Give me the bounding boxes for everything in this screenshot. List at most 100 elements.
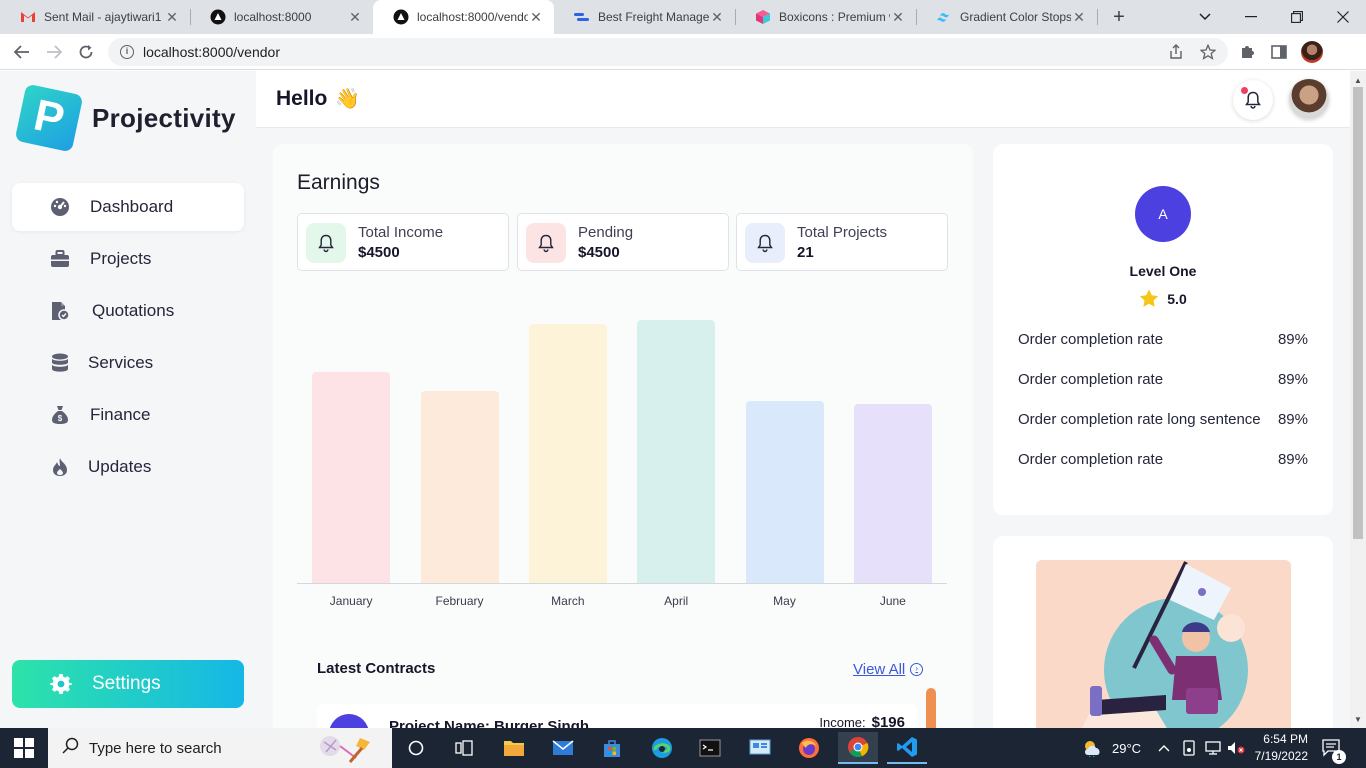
tab-localhost-vendor[interactable]: localhost:8000/vendor ✕ (373, 0, 554, 34)
taskbar-clock[interactable]: 6:54 PM 7/19/2022 (1248, 731, 1308, 765)
user-avatar[interactable] (1289, 79, 1329, 119)
contract-income-value: $196 (871, 714, 905, 728)
close-icon[interactable]: ✕ (347, 9, 363, 25)
reload-button[interactable] (74, 40, 98, 64)
side-panel-button[interactable] (1267, 40, 1291, 64)
view-all-label: View All (853, 661, 906, 678)
scroll-up-icon[interactable]: ▲ (1350, 73, 1366, 87)
brand-logo[interactable]: P Projectivity (14, 83, 236, 153)
gmail-icon (20, 9, 36, 25)
minimize-icon (1245, 16, 1257, 18)
close-icon[interactable]: ✕ (709, 9, 725, 25)
file-explorer-button[interactable] (494, 732, 534, 764)
action-center-button[interactable]: 1 (1322, 728, 1346, 768)
earnings-card: Earnings Total Income $4500 Pending $450… (273, 144, 973, 728)
mail-button[interactable] (543, 732, 583, 764)
chart-bar-january[interactable] (312, 372, 391, 583)
close-icon[interactable]: ✕ (890, 9, 906, 25)
search-icon (62, 737, 79, 759)
volume-button[interactable] (1227, 728, 1245, 768)
profile-avatar-icon (1301, 41, 1323, 63)
logo-mark: P (14, 83, 84, 153)
windows-start-icon[interactable] (14, 738, 34, 758)
profile-button[interactable] (1300, 40, 1324, 64)
sidebar-item-dashboard[interactable]: Dashboard (12, 183, 244, 231)
arrow-left-icon (14, 45, 29, 59)
tab-search-button[interactable] (1182, 0, 1228, 34)
tab-gradient-stops[interactable]: Gradient Color Stops ✕ (916, 0, 1097, 34)
vscode-button[interactable] (887, 732, 927, 764)
gear-icon (50, 673, 72, 695)
sidebar-item-updates[interactable]: Updates (12, 443, 244, 491)
url-text: localhost:8000/vendor (143, 44, 280, 60)
chart-bar-may[interactable] (745, 401, 824, 583)
control-panel-icon (749, 739, 771, 755)
metric-value: 89% (1277, 371, 1308, 388)
minimize-button[interactable] (1228, 0, 1274, 34)
taskbar-search-box[interactable]: Type here to search (48, 728, 392, 768)
star-icon (1139, 289, 1159, 308)
chart-bar-february[interactable] (420, 391, 499, 583)
address-bar[interactable]: i localhost:8000/vendor (108, 38, 1228, 66)
metric-row: Order completion rate 89% (1018, 331, 1308, 348)
tab-freight[interactable]: Best Freight Managem ✕ (554, 0, 735, 34)
weather-temp: 29°C (1112, 740, 1142, 756)
metric-label: Order completion rate (1018, 371, 1164, 388)
share-button[interactable] (1164, 40, 1188, 64)
greeting: Hello 👋 (276, 86, 360, 111)
chrome-button[interactable] (838, 732, 878, 764)
contracts-scrollbar[interactable] (926, 688, 936, 728)
forward-button[interactable] (42, 40, 66, 64)
task-view-button-2[interactable] (444, 732, 484, 764)
scrollbar-thumb[interactable] (1353, 87, 1363, 539)
sidebar-item-services[interactable]: Services (12, 339, 244, 387)
settings-button[interactable]: Settings (12, 660, 244, 708)
new-tab-button[interactable]: + (1107, 5, 1131, 29)
close-window-button[interactable] (1320, 0, 1366, 34)
sidebar-item-finance[interactable]: $ Finance (12, 391, 244, 439)
terminal-button[interactable] (690, 732, 730, 764)
chart-bar-march[interactable] (528, 324, 607, 583)
puzzle-icon (1242, 46, 1254, 58)
weather-widget[interactable]: 29°C (1082, 728, 1141, 768)
bookmark-button[interactable] (1196, 40, 1220, 64)
show-hidden-icons-button[interactable] (1158, 728, 1170, 768)
page-viewport: P Projectivity Dashboard Projects Quotat… (0, 71, 1350, 728)
contract-row[interactable]: Project Name: Burger Singh Income: $196 (317, 704, 917, 728)
chart-bar-april[interactable] (637, 320, 716, 583)
chart-bar-june[interactable] (853, 404, 932, 583)
network-button[interactable] (1205, 728, 1221, 768)
search-highlight-icon (316, 732, 378, 764)
notifications-button[interactable] (1233, 80, 1273, 120)
sidebar-item-projects[interactable]: Projects (12, 235, 244, 283)
vite-icon (210, 9, 226, 25)
tab-localhost[interactable]: localhost:8000 ✕ (190, 0, 373, 34)
browser-toolbar: i localhost:8000/vendor (0, 34, 1366, 70)
edge-button[interactable] (642, 732, 682, 764)
control-panel-button[interactable] (740, 732, 780, 764)
store-button[interactable] (592, 732, 632, 764)
hardware-tray-button[interactable] (1182, 728, 1196, 768)
task-view-button[interactable] (396, 732, 436, 764)
stat-value: $4500 (578, 244, 620, 261)
flame-icon (50, 457, 70, 477)
close-icon (1337, 11, 1349, 23)
extensions-button[interactable] (1235, 40, 1259, 64)
sidebar-item-quotations[interactable]: Quotations (12, 287, 244, 335)
arrow-right-icon (47, 45, 62, 59)
tab-gmail[interactable]: Sent Mail - ajaytiwari1 ✕ (0, 0, 190, 34)
tab-boxicons[interactable]: Boxicons : Premium w ✕ (735, 0, 916, 34)
close-icon[interactable]: ✕ (164, 9, 180, 25)
view-all-link[interactable]: View All › (853, 661, 924, 678)
stat-value: 21 (797, 244, 814, 261)
back-button[interactable] (10, 40, 34, 64)
browser-tab-strip: Sent Mail - ajaytiwari1 ✕ localhost:8000… (0, 0, 1366, 34)
close-icon[interactable]: ✕ (528, 9, 544, 25)
close-icon[interactable]: ✕ (1071, 9, 1087, 25)
info-icon[interactable]: i (120, 45, 134, 59)
usb-device-icon (1183, 740, 1195, 756)
firefox-button[interactable] (789, 732, 829, 764)
restore-button[interactable] (1274, 0, 1320, 34)
scroll-down-icon[interactable]: ▼ (1350, 712, 1366, 726)
page-scrollbar[interactable]: ▲ ▼ (1350, 71, 1366, 728)
